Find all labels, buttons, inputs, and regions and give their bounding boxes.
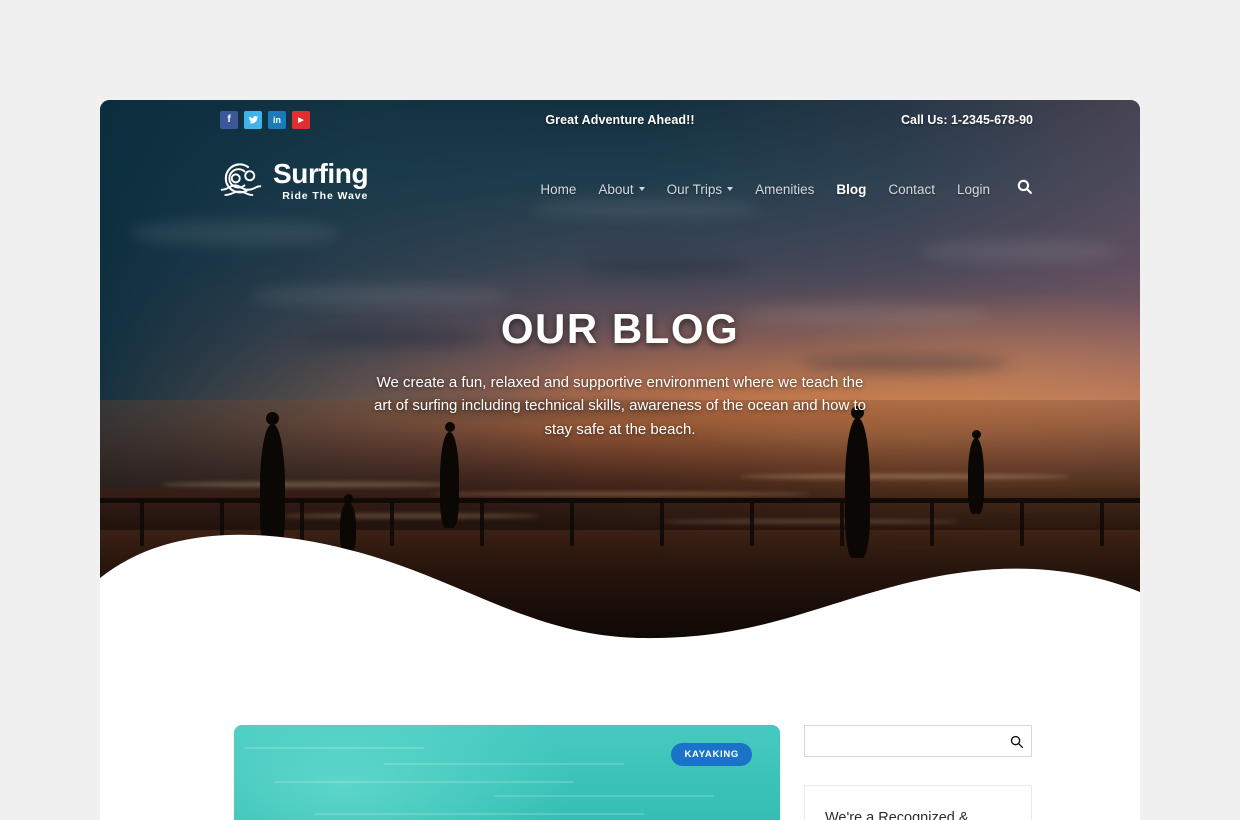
chevron-down-icon <box>638 187 645 191</box>
brand-name: Surfing <box>273 158 369 190</box>
nav-item-contact[interactable]: Contact <box>888 182 935 197</box>
nav-item-label: Blog <box>836 181 867 197</box>
blog-post-card[interactable]: KAYAKING <box>234 725 780 820</box>
brand-logo[interactable]: Surfing Ride The Wave <box>218 158 369 203</box>
post-category-badge[interactable]: KAYAKING <box>671 743 752 766</box>
person-silhouette <box>968 438 984 514</box>
nav-item-label: Contact <box>888 181 935 197</box>
hero-subtitle: We create a fun, relaxed and supportive … <box>374 374 866 438</box>
sidebar-search-widget <box>804 725 1032 757</box>
nav-item-our-trips[interactable]: Our Trips <box>667 182 734 197</box>
nav-item-label: Home <box>540 181 577 197</box>
nav-item-label: Amenities <box>755 181 815 197</box>
water-ripple <box>314 813 644 815</box>
person-silhouette <box>440 432 459 528</box>
search-input[interactable] <box>805 726 1001 756</box>
surf-line <box>740 474 1070 479</box>
nav-item-blog[interactable]: Blog <box>836 182 866 197</box>
nav-item-amenities[interactable]: Amenities <box>755 182 814 197</box>
hero-copy: OUR BLOG We create a fun, relaxed and su… <box>100 305 1140 441</box>
pier-deck <box>100 498 1140 503</box>
page-title: OUR BLOG <box>500 305 740 352</box>
main-content: KAYAKING We're a Recognized & Quality <box>100 640 1140 820</box>
nav-item-label: About <box>598 181 634 197</box>
sidebar: We're a Recognized & Quality <box>804 725 1032 820</box>
about-widget-title: We're a Recognized & Quality <box>825 810 969 820</box>
search-glyph <box>1017 179 1032 194</box>
water-ripple <box>244 747 424 749</box>
surf-line <box>430 492 810 496</box>
wave-circle-icon <box>220 163 262 196</box>
about-widget: We're a Recognized & Quality <box>804 785 1032 820</box>
nav-item-label: Our Trips <box>666 181 723 197</box>
surf-line <box>160 482 460 487</box>
cloud <box>580 260 750 276</box>
brand-tagline: Ride The Wave <box>282 190 369 203</box>
chevron-down-icon <box>727 187 734 191</box>
call-us-text[interactable]: Call Us: 1-2345-678-90 <box>901 113 1033 127</box>
hero-section: f in ▶ Great Adventure Ahead!! Call Us: … <box>100 100 1140 640</box>
water-ripple <box>274 781 574 783</box>
water-ripple <box>384 763 624 765</box>
search-icon <box>1010 735 1023 748</box>
brand-text: Surfing Ride The Wave <box>273 158 369 203</box>
nav-item-label: Login <box>956 181 990 197</box>
search-submit-button[interactable] <box>1001 726 1031 756</box>
nav-item-about[interactable]: About <box>598 181 645 197</box>
search-icon[interactable] <box>1016 178 1033 200</box>
nav-item-login[interactable]: Login <box>957 182 990 197</box>
wave-divider <box>100 534 1140 640</box>
nav-item-home[interactable]: Home <box>540 182 576 197</box>
site-frame: f in ▶ Great Adventure Ahead!! Call Us: … <box>100 100 1140 820</box>
main-navbar: Surfing Ride The Wave Home About Our Tri… <box>100 152 1140 230</box>
water-ripple <box>494 795 714 797</box>
blog-list-column: KAYAKING <box>234 725 780 820</box>
cloud <box>920 240 1120 262</box>
top-utility-bar: f in ▶ Great Adventure Ahead!! Call Us: … <box>100 100 1140 146</box>
post-image: KAYAKING <box>234 725 780 820</box>
cloud <box>250 285 510 307</box>
nav-menu: Home About Our Trips Amenities Blog Cont… <box>540 178 1033 200</box>
